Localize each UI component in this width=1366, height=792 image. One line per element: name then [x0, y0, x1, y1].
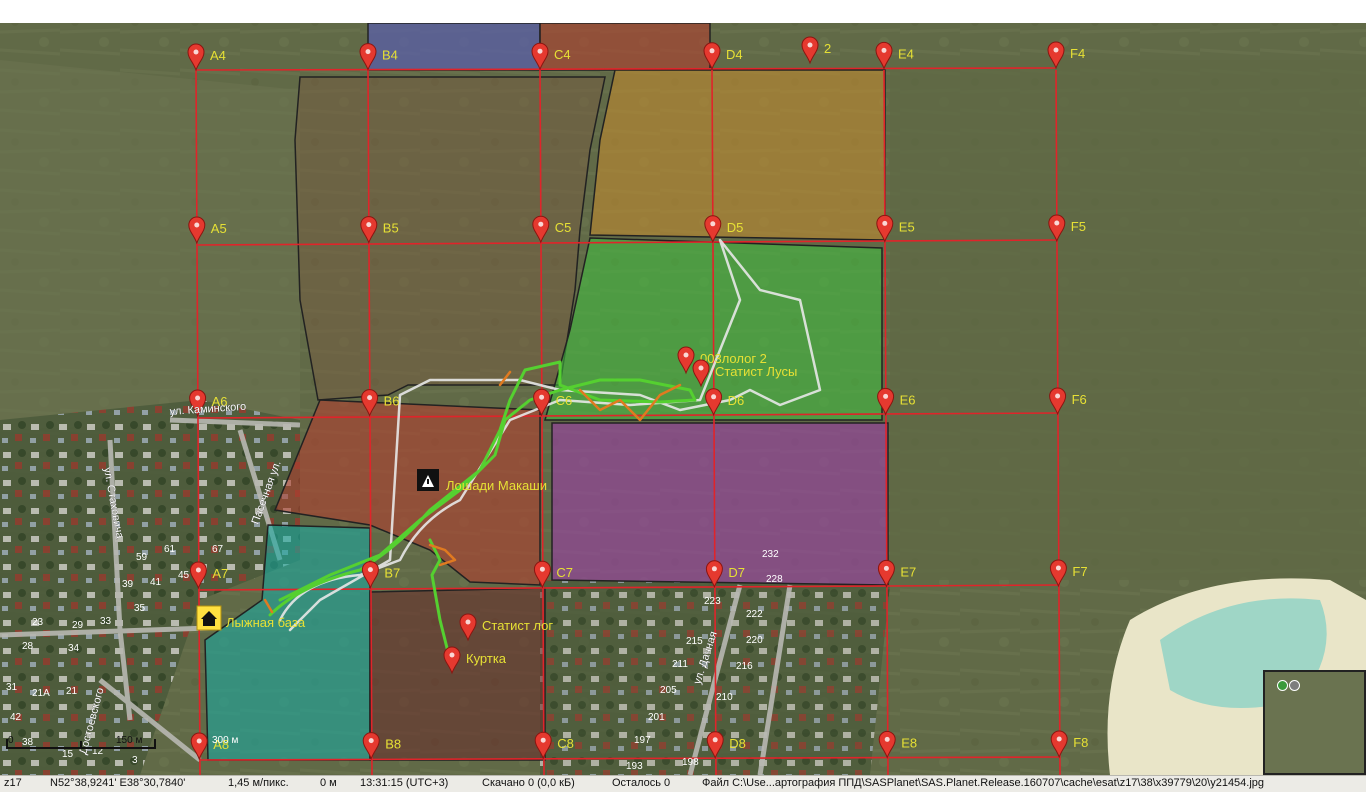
status-remaining: Осталось 0: [612, 777, 671, 789]
grid-marker-f5-label: F5: [1071, 219, 1086, 234]
minimap-zoom-out-icon[interactable]: [1289, 680, 1300, 691]
grid-marker-c4-label: C4: [554, 47, 571, 62]
house-number: 21А: [32, 688, 50, 699]
house-number: 3: [132, 755, 138, 766]
house-number: 45: [178, 570, 190, 581]
grid-marker-f8-label: F8: [1073, 735, 1088, 750]
status-file: Файл C:\Use...артография ППД\SASPlanet\S…: [702, 777, 1265, 789]
zone-d6-purple: [551, 422, 889, 586]
satellite-map[interactable]: A4 B4 C4 D4 E4 F4 A5 B5 C5 D5 E5 F5 A6 B6 C6 D6 E6 F6 A7 B7…: [0, 23, 1366, 775]
status-distance: 0 м: [320, 777, 337, 789]
grid-marker-e7-label: E7: [900, 564, 916, 579]
grid-marker-c8-label: C8: [557, 736, 574, 751]
house-number: 198: [682, 757, 699, 768]
poi-label-horses: Лошади Макаши: [446, 478, 547, 493]
grid-marker-d7-label: D7: [728, 565, 745, 580]
grid-marker-c6-label: C6: [556, 393, 573, 408]
map-overlay[interactable]: A4 B4 C4 D4 E4 F4A5 B5 C5 D5 E5 F5A6 B6 C6 D6 E6 F6A7 B7…: [0, 23, 1366, 775]
grid-marker-b6-label: B6: [384, 394, 400, 409]
top-white-strip: [0, 0, 1366, 23]
zone-b7-darkred: [369, 587, 546, 761]
scale-bar: 0 150 м: [6, 735, 156, 753]
house-number: 39: [122, 579, 134, 590]
grid-marker-f6-label: F6: [1072, 392, 1087, 407]
house-number: 31: [6, 682, 18, 693]
extra-marker-3-label: Статист лог: [482, 618, 553, 633]
scale-zero: 0: [8, 735, 14, 746]
status-coords: N52°38,9241' E38°30,7840': [50, 777, 186, 789]
status-resolution: 1,45 м/пикс.: [228, 777, 289, 789]
extra-marker-2-label: Статист Лусы: [715, 364, 797, 379]
status-time: 13:31:15 (UTC+3): [360, 777, 449, 789]
grid-marker-c7-label: C7: [556, 565, 573, 580]
house-number: 41: [150, 577, 162, 588]
house-number: 220: [746, 635, 763, 646]
house-number: 35: [134, 603, 146, 614]
house-number: 28: [22, 641, 34, 652]
scale-label-300: 300 м: [212, 735, 239, 746]
poi-home[interactable]: [196, 605, 222, 631]
house-number: 201: [648, 712, 665, 723]
house-number: 21: [66, 686, 78, 697]
house-number: 61: [164, 544, 176, 555]
grid-marker-b4-label: B4: [382, 48, 398, 63]
house-number: 228: [766, 574, 783, 585]
zone-b4-b5-brown: [294, 76, 606, 401]
extra-marker-0-label: 2: [824, 41, 831, 56]
grid-marker-c5-label: C5: [555, 220, 572, 235]
grid-marker-e5-label: E5: [899, 219, 915, 234]
grid-marker-a7-label: A7: [212, 566, 228, 581]
grid-marker-d4-label: D4: [726, 47, 743, 62]
poi-label-ski-base: Лыжная база: [226, 615, 306, 630]
grid-marker-d5-label: D5: [727, 220, 744, 235]
house-number: 211: [672, 659, 688, 670]
house-number: 215: [686, 636, 703, 647]
grid-marker-b5-label: B5: [383, 221, 399, 236]
grid-marker-a4-label: A4: [210, 48, 226, 63]
grid-marker-f7-label: F7: [1072, 564, 1087, 579]
grid-marker-f4-label: F4: [1070, 46, 1085, 61]
house-number: 210: [716, 692, 733, 703]
house-number: 33: [100, 616, 112, 627]
house-number: 193: [626, 761, 643, 772]
house-number: 216: [736, 661, 753, 672]
house-number: 59: [136, 552, 148, 563]
grid-marker-d6-label: D6: [728, 393, 745, 408]
house-number: 223: [704, 596, 721, 607]
status-bar: z17 N52°38,9241' E38°30,7840' 1,45 м/пик…: [0, 775, 1366, 792]
grid-marker-e4-label: E4: [898, 46, 914, 61]
extra-marker-4-label: Куртка: [466, 651, 507, 666]
zone-d4-orange: [589, 69, 886, 241]
grid-marker-b7-label: B7: [384, 566, 400, 581]
house-number: 205: [660, 685, 677, 696]
scale-label-150: 150 м: [116, 735, 143, 746]
grid-marker-d8-label: D8: [729, 736, 746, 751]
house-number: 42: [10, 712, 22, 723]
house-number: 34: [68, 643, 80, 654]
status-downloaded: Скачано 0 (0,0 кБ): [482, 777, 575, 789]
house-number: 67: [212, 544, 224, 555]
house-number: 29: [72, 620, 84, 631]
minimap-zoom-in-icon[interactable]: [1277, 680, 1288, 691]
house-number: 222: [746, 609, 763, 620]
poi-warning[interactable]: [417, 469, 439, 491]
minimap[interactable]: [1263, 670, 1366, 775]
grid-marker-b8-label: B8: [385, 737, 401, 752]
grid-marker-a5-label: A5: [211, 221, 227, 236]
house-number: 232: [762, 549, 779, 560]
grid-marker-e8-label: E8: [901, 735, 917, 750]
grid-marker-e6-label: E6: [900, 392, 916, 407]
house-number: 197: [634, 735, 651, 746]
zone-b4: [367, 23, 541, 71]
status-zoom: z17: [4, 777, 22, 789]
house-number: 23: [32, 617, 44, 628]
